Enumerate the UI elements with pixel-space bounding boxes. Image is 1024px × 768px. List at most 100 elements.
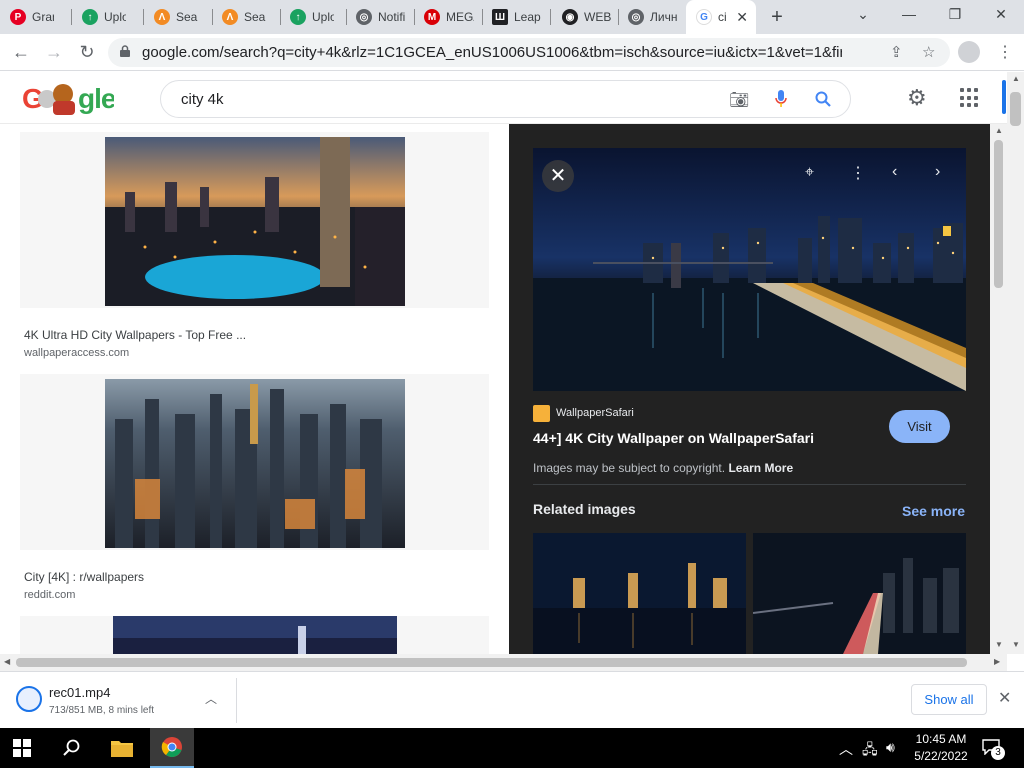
- profile-avatar[interactable]: [958, 41, 980, 63]
- scroll-up-arrow-icon[interactable]: ▲: [995, 126, 1003, 135]
- result-title[interactable]: City [4K] : r/wallpapers: [24, 570, 144, 584]
- learn-more-link[interactable]: Learn More: [728, 461, 793, 475]
- back-button[interactable]: ←: [10, 42, 32, 63]
- horizontal-scrollbar[interactable]: ◀ ▶: [0, 654, 1007, 671]
- close-tab-icon[interactable]: ✕: [736, 9, 748, 26]
- clock-date: 5/22/2022: [914, 749, 968, 763]
- google-icon: G: [696, 9, 712, 25]
- result-thumbnail-image[interactable]: [105, 137, 405, 306]
- tab-10[interactable]: ◎ Личн: [618, 0, 686, 34]
- browser-menu-icon[interactable]: ⋮: [997, 42, 1013, 62]
- volume-icon[interactable]: 🔊︎: [886, 739, 895, 756]
- search-box[interactable]: city 4k 📷︎: [160, 80, 851, 118]
- lock-icon: [120, 45, 130, 57]
- sign-in-button-edge[interactable]: [1002, 80, 1006, 114]
- file-explorer-button[interactable]: [100, 728, 144, 768]
- camera-icon[interactable]: 📷︎: [729, 90, 749, 110]
- download-file-name[interactable]: rec01.mp4: [49, 685, 110, 700]
- eye-icon: ◉: [562, 9, 578, 25]
- tab-7[interactable]: M MEGA: [414, 0, 482, 34]
- result-thumbnail-image[interactable]: [105, 379, 405, 548]
- restore-button[interactable]: ❐: [940, 6, 970, 23]
- scroll-right-arrow-icon[interactable]: ▶: [994, 657, 1000, 666]
- chrome-taskbar-button[interactable]: [150, 728, 194, 768]
- microphone-icon[interactable]: [775, 90, 787, 108]
- tab-9[interactable]: ◉ WEB: [552, 0, 618, 34]
- minimize-button[interactable]: —: [894, 6, 924, 22]
- tab-search-chevron-icon[interactable]: ⌄: [848, 6, 878, 23]
- page-scrollbar[interactable]: ▲ ▼: [1007, 72, 1024, 654]
- system-clock[interactable]: 10:45 AM 5/22/2022: [912, 731, 970, 765]
- image-results: 4K Ultra HD City Wallpapers - Top Free .…: [0, 124, 509, 654]
- close-shelf-icon[interactable]: ✕: [998, 688, 1011, 708]
- scrollbar-thumb[interactable]: [16, 658, 967, 667]
- new-tab-button[interactable]: +: [766, 6, 788, 29]
- tab-title: Search: [244, 10, 266, 24]
- url-text: google.com/search?q=city+4k&rlz=1C1GCEA_…: [142, 44, 842, 61]
- tab-active[interactable]: G ci ✕: [686, 0, 756, 34]
- preview-image[interactable]: [533, 148, 966, 391]
- settings-gear-icon[interactable]: ⚙: [907, 85, 927, 111]
- network-icon[interactable]: 🖧︎: [862, 739, 878, 763]
- share-icon[interactable]: ⇪: [890, 43, 903, 61]
- close-viewer-button[interactable]: ✕: [542, 160, 574, 192]
- scrollbar-thumb[interactable]: [994, 140, 1003, 288]
- forward-button[interactable]: →: [43, 42, 65, 63]
- scrollbar-thumb[interactable]: [1010, 92, 1021, 126]
- search-icon[interactable]: [815, 91, 831, 107]
- clock-time: 10:45 AM: [915, 732, 967, 746]
- tab-3[interactable]: Λ Search: [144, 0, 212, 34]
- chevron-up-icon[interactable]: ︿: [205, 690, 217, 707]
- more-options-icon[interactable]: ⋮: [850, 163, 866, 183]
- tab-2[interactable]: ↑ Upload: [72, 0, 142, 34]
- google-lens-icon[interactable]: ⌖: [805, 164, 814, 182]
- tab-8[interactable]: Ш Leap: [482, 0, 550, 34]
- google-apps-icon[interactable]: [960, 88, 980, 108]
- scroll-up-arrow-icon[interactable]: ▲: [1012, 74, 1020, 83]
- related-image[interactable]: [533, 533, 746, 654]
- image-title[interactable]: 44+] 4K City Wallpaper on WallpaperSafar…: [533, 430, 814, 446]
- windows-taskbar: ︿ 🖧︎ 🔊︎ 10:45 AM 5/22/2022 3: [0, 728, 1024, 768]
- result-card[interactable]: City [4K] : r/wallpapers reddit.com: [20, 374, 489, 604]
- result-card[interactable]: [20, 616, 489, 654]
- result-title[interactable]: 4K Ultra HD City Wallpapers - Top Free .…: [24, 328, 246, 342]
- folder-icon: [111, 741, 133, 757]
- divider: [236, 678, 237, 723]
- taskbar-search-button[interactable]: [50, 728, 94, 768]
- result-source[interactable]: reddit.com: [24, 589, 75, 601]
- next-image-icon[interactable]: ›: [935, 163, 940, 181]
- related-image[interactable]: [753, 533, 966, 654]
- tab-1[interactable]: P Grand: [0, 0, 70, 34]
- result-thumbnail-image[interactable]: [113, 616, 397, 654]
- show-hidden-icons-icon[interactable]: ︿: [839, 739, 853, 759]
- tab-5[interactable]: ↑ Upload: [280, 0, 346, 34]
- show-all-button[interactable]: Show all: [911, 684, 987, 715]
- tab-title: Search: [176, 10, 198, 24]
- result-source[interactable]: wallpaperaccess.com: [24, 347, 129, 359]
- windows-logo-icon: [13, 739, 31, 757]
- see-more-link[interactable]: See more: [902, 503, 965, 519]
- action-center-button[interactable]: 3: [982, 739, 1005, 760]
- tab-6[interactable]: ◎ Notifi: [346, 0, 414, 34]
- previous-image-icon[interactable]: ‹: [892, 163, 897, 181]
- search-query: city 4k: [181, 91, 224, 108]
- result-card[interactable]: 4K Ultra HD City Wallpapers - Top Free .…: [20, 132, 489, 362]
- viewer-scrollbar[interactable]: ▲ ▼: [990, 124, 1007, 654]
- tab-4[interactable]: Λ Search: [212, 0, 280, 34]
- site-name[interactable]: WallpaperSafari: [556, 407, 634, 419]
- close-window-button[interactable]: ✕: [986, 6, 1016, 23]
- site-favicon: [533, 405, 550, 422]
- scroll-down-arrow-icon[interactable]: ▼: [1012, 640, 1020, 649]
- green-upload-icon: ↑: [290, 9, 306, 25]
- reload-button[interactable]: ↻: [76, 42, 98, 63]
- address-bar[interactable]: google.com/search?q=city+4k&rlz=1C1GCEA_…: [108, 38, 950, 67]
- scroll-down-arrow-icon[interactable]: ▼: [995, 640, 1003, 649]
- start-button[interactable]: [0, 728, 44, 768]
- bookmark-star-icon[interactable]: ☆: [922, 43, 935, 61]
- visit-button[interactable]: Visit: [889, 410, 950, 443]
- red-pin-icon: P: [10, 9, 26, 25]
- download-shelf: rec01.mp4 713/851 MB, 8 mins left ︿ Show…: [0, 671, 1024, 728]
- scroll-left-arrow-icon[interactable]: ◀: [4, 657, 10, 666]
- copyright-notice: Images may be subject to copyright. Lear…: [533, 461, 793, 475]
- tab-title: Upload: [104, 10, 126, 24]
